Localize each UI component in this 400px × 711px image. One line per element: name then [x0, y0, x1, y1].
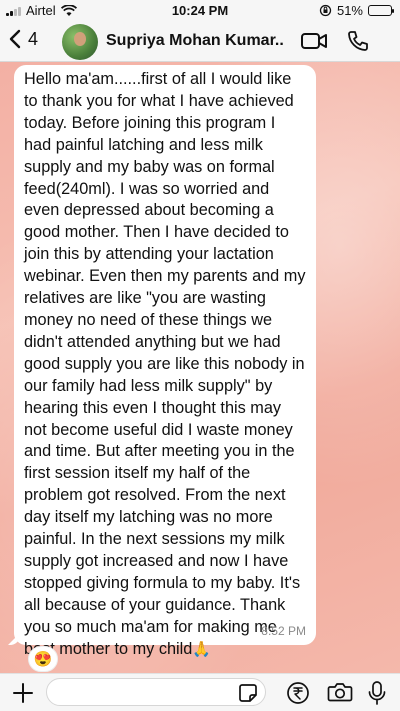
microphone-icon[interactable] — [367, 680, 387, 706]
chevron-left-icon — [9, 29, 21, 49]
contact-avatar[interactable] — [62, 24, 98, 60]
message-time: 8:52 PM — [261, 624, 306, 638]
rupee-payment-icon[interactable] — [286, 681, 310, 705]
status-bar: Airtel 10:24 PM 51% — [0, 0, 400, 22]
chat-area[interactable]: Hello ma'am......first of all I would li… — [0, 62, 400, 673]
message-reaction[interactable]: 😍 — [28, 646, 58, 672]
input-bar — [0, 673, 400, 711]
chat-header: 4 Supriya Mohan Kumar... — [0, 22, 400, 62]
status-right: 51% — [319, 3, 394, 18]
back-button[interactable]: 4 — [8, 28, 38, 50]
video-call-icon[interactable] — [300, 30, 328, 52]
message-body: Hello ma'am......first of all I would li… — [24, 70, 306, 658]
unread-count: 4 — [28, 28, 39, 49]
heart-eyes-emoji: 😍 — [33, 651, 53, 668]
message-text: Hello ma'am......first of all I would li… — [24, 69, 306, 660]
contact-name[interactable]: Supriya Mohan Kumar... — [106, 32, 284, 50]
orientation-lock-icon — [319, 4, 332, 17]
phone-icon[interactable] — [346, 29, 370, 53]
battery-icon — [368, 5, 394, 16]
battery-percentage: 51% — [336, 3, 363, 18]
message-bubble[interactable]: Hello ma'am......first of all I would li… — [14, 65, 316, 658]
sticker-icon[interactable] — [238, 683, 258, 703]
message-input[interactable] — [46, 678, 266, 706]
plus-icon[interactable] — [12, 682, 34, 704]
camera-icon[interactable] — [327, 681, 353, 703]
folded-hands-emoji: 🙏 — [192, 640, 211, 658]
